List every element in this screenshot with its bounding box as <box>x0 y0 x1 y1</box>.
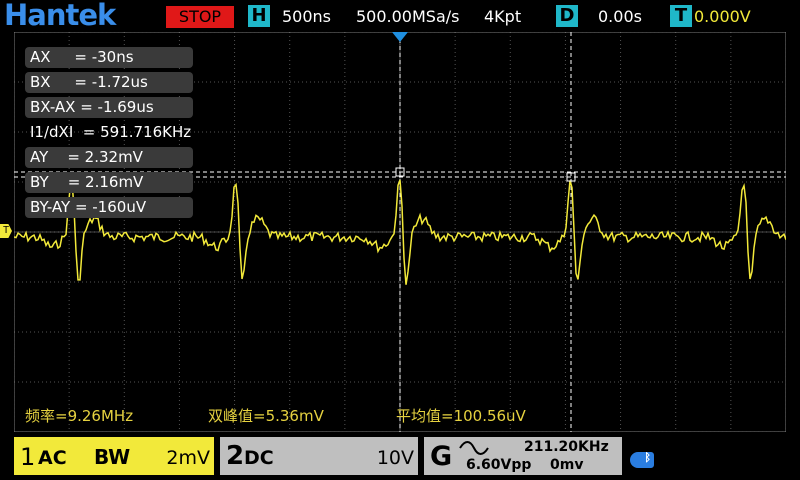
channel2-number: 2 <box>226 441 245 471</box>
measurement-inverse-dx: I1/dXI = 591.716KHz <box>30 123 192 141</box>
trigger-panel[interactable]: G 211.20KHz 6.60Vpp 0mv <box>424 437 622 475</box>
channel1-coupling: AC <box>38 447 67 469</box>
measurement-ax: AX = -30ns <box>25 47 193 68</box>
channel1-bandwidth-limit: BW <box>94 445 131 469</box>
trigger-mode: G <box>430 441 453 472</box>
delay-value[interactable]: 0.00s <box>598 6 642 28</box>
sample-rate: 500.00MSa/s <box>356 7 460 26</box>
trigger-level-marker[interactable]: T <box>0 224 12 238</box>
top-status-bar: Hantek STOP H 500ns 500.00MSa/s 4Kpt D 0… <box>0 0 800 32</box>
bluetooth-icon: ᛒ <box>630 452 654 468</box>
frequency-readout: 频率=9.26MHz <box>25 407 134 425</box>
delay-tag: D <box>556 5 578 27</box>
mean-readout: 平均值=100.56uV <box>396 407 526 425</box>
measurement-ay: AY = 2.32mV <box>25 147 193 168</box>
trigger-level[interactable]: 0.000V <box>694 6 751 28</box>
channel1-panel[interactable]: 1 AC BW 2mV <box>14 437 214 475</box>
channel2-coupling: DC <box>244 447 274 469</box>
trigger-offset: 0mv <box>550 457 584 473</box>
memory-depth: 4Kpt <box>484 7 522 26</box>
channel1-number: 1 <box>20 443 36 471</box>
trigger-amplitude: 6.60Vpp <box>466 457 532 473</box>
peak-to-peak-readout: 双峰值=5.36mV <box>208 407 324 425</box>
run-stop-button[interactable]: STOP <box>166 6 234 28</box>
trigger-tag: T <box>670 5 692 27</box>
channel1-scale: 2mV <box>166 447 210 469</box>
measurement-bx: BX = -1.72us <box>25 72 193 93</box>
measurement-bx-ax: BX-AX = -1.69us <box>25 97 193 118</box>
timebase-tag: H <box>248 5 270 27</box>
trigger-frequency: 211.20KHz <box>524 439 609 455</box>
timebase-value[interactable]: 500ns <box>282 6 331 28</box>
sine-wave-icon <box>459 441 489 455</box>
channel-status-bar: 1 AC BW 2mV 2 DC 10V G 211.20KHz 6.60Vpp… <box>0 434 800 480</box>
brand-logo: Hantek <box>4 0 116 32</box>
measurement-by-ay: BY-AY = -160uV <box>25 197 193 218</box>
channel2-scale: 10V <box>376 447 414 469</box>
measurement-by: BY = 2.16mV <box>25 172 193 193</box>
channel2-panel[interactable]: 2 DC 10V <box>220 437 418 475</box>
